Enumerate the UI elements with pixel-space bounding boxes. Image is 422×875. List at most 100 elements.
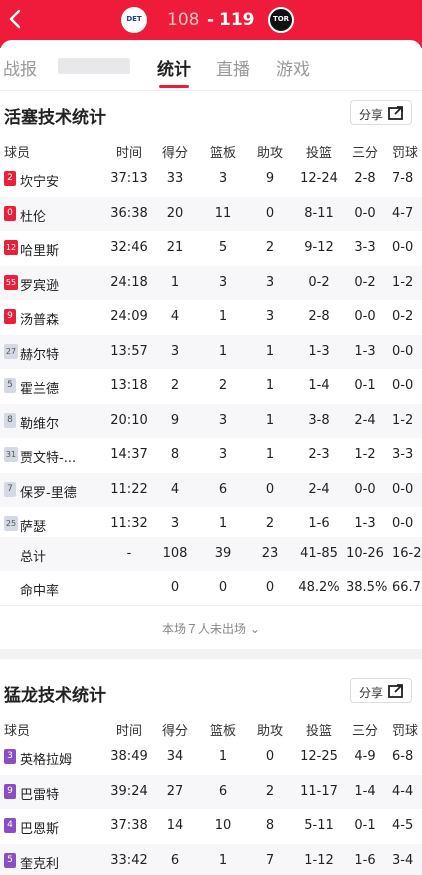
jersey-number-badge: 5 [4,378,16,393]
tab-live[interactable]: 直播 [216,55,250,80]
col-rebounds: 篮板 [209,724,236,739]
player-row[interactable]: 3 英格拉姆 38:49 34 1 0 12-25 4-9 6-8 [0,740,422,774]
stat-reb: 10 [214,818,232,833]
stat-fg: 3-8 [308,412,330,428]
col-assists: 助攻 [256,146,283,161]
jersey-number-badge: 27 [4,343,18,359]
col-player: 球员 [4,146,31,161]
tab-bar: 战报 统计 直播 游戏 [0,40,422,90]
stat-tp: 3-3 [354,240,376,255]
raptors-share-button[interactable]: 分享 [350,678,412,703]
stat-ast: 3 [265,309,275,324]
col-assists: 助攻 [256,724,283,739]
stat-min: 11:32 [110,516,148,531]
stat-fg: 11-17 [300,783,338,799]
stat-ast: 2 [265,516,275,531]
pistons-share-button[interactable]: 分享 [350,100,412,125]
player-row[interactable]: 7 保罗-里德 11:22 4 6 0 2-4 0-0 0-0 [0,472,422,507]
col-rebounds: 篮板 [209,146,236,161]
stat-min: 32:46 [110,240,148,255]
stat-reb: 1 [218,749,228,764]
stat-reb: 6 [218,481,228,497]
jersey-number-badge: 4 [4,818,16,833]
col-fg: 投篮 [305,724,332,739]
player-name: 保罗-里德 [20,485,77,501]
stat-tp: 2-4 [354,412,376,428]
share-icon [388,106,403,120]
player-row[interactable]: 8 勒维尔 20:10 9 3 1 3-8 2-4 1-2 [0,403,422,438]
player-row[interactable]: 4 巴恩斯 37:38 14 10 8 5-11 0-1 4-5 [0,809,422,843]
stat-min: 33:42 [110,852,148,868]
stat-ast: 2 [265,240,275,255]
player-row[interactable]: 25 萨瑟 11:32 3 1 2 1-6 1-3 0-0 [0,507,422,541]
col-points: 得分 [161,146,188,161]
player-row[interactable]: 9 汤普森 24:09 4 1 3 2-8 0-0 0-2 [0,300,422,334]
tab-report[interactable]: 战报 [3,55,37,80]
jersey-number-badge: 5 [4,852,16,868]
stat-reb: 6 [218,783,228,799]
stat-tp: 0-0 [354,481,376,497]
stat-ft: 4-7 [392,205,414,221]
stat-ft: 0-0 [392,481,414,497]
stat-pts: 27 [166,783,184,799]
jersey-number-badge: 12 [4,240,18,255]
stat-tp: 1-3 [354,343,376,359]
stat-fg: 1-3 [308,343,330,359]
stat-ft: 7-8 [392,171,414,186]
player-name: 罗宾逊 [20,278,60,294]
player-row[interactable]: 2 坎宁安 37:13 33 3 9 12-24 2-8 7-8 [0,162,422,196]
player-row[interactable]: 27 赫尔特 13:57 3 1 1 1-3 1-3 0-0 [0,334,422,369]
stat-min: 37:13 [110,171,148,186]
stat-tp: 0-2 [354,274,376,290]
player-name: 坎宁安 [20,175,60,190]
stat-ast: 0 [265,481,275,497]
stat-min: 20:10 [110,412,148,428]
stat-tp: 1-4 [354,783,376,799]
player-row[interactable]: 31 贾文特-... 14:37 8 3 1 2-3 1-2 3-3 [0,438,422,472]
player-row[interactable]: 5 奎克利 33:42 6 1 7 1-12 1-6 3-4 [0,843,422,875]
stat-tp: 1-3 [354,516,376,531]
col-ft: 罚球 [392,724,419,739]
player-name: 勒维尔 [20,416,60,432]
player-row[interactable]: 0 杜伦 36:38 20 11 0 8-11 0-0 4-7 [0,196,422,231]
stat-reb: 1 [218,343,228,359]
player-row[interactable]: 55 罗宾逊 24:18 1 3 3 0-2 0-2 1-2 [0,265,422,300]
jersey-number-badge: 25 [4,516,18,531]
dnp-toggle[interactable]: 本场７人未出场 ⌄ [0,620,422,637]
stat-ast: 3 [265,274,275,290]
stat-reb: 3 [218,171,228,186]
jersey-number-badge: 55 [4,274,18,290]
stat-min: 38:49 [110,749,148,764]
col-fg: 投篮 [305,146,332,161]
jersey-number-badge: 9 [4,309,16,324]
player-row[interactable]: 9 巴雷特 39:24 27 6 2 11-17 1-4 4-4 [0,774,422,809]
col-3pt: 三分 [351,724,378,739]
player-name: 霍兰德 [20,382,60,397]
chevron-left-icon[interactable] [4,5,28,33]
player-row[interactable]: 5 霍兰德 13:18 2 2 1 1-4 0-1 0-0 [0,369,422,403]
stat-pts: 20 [166,205,184,221]
stat-fg: 12-25 [300,749,338,764]
stat-fg: 2-3 [308,447,330,462]
stat-ast: 7 [265,852,275,868]
blurred-tab [58,58,130,74]
stat-reb: 5 [218,240,228,255]
stat-pts: 8 [170,447,180,462]
stat-ast: 8 [265,818,275,833]
away-score: 108 [167,10,200,30]
stat-fg: 8-11 [304,205,334,221]
tab-stats[interactable]: 统计 [157,55,191,80]
chevron-down-icon: ⌄ [249,622,260,636]
jersey-number-badge: 7 [4,481,16,497]
player-row[interactable]: 12 哈里斯 32:46 21 5 2 9-12 3-3 0-0 [0,231,422,265]
pistons-logo: DET [121,7,147,33]
stat-tp: 1-6 [354,852,376,868]
score-separator: - [207,10,215,30]
stat-ast: 0 [265,749,275,764]
stat-pts: 1 [170,274,180,290]
player-name: 赫尔特 [20,347,60,363]
stat-pts: 9 [170,412,180,428]
tab-games[interactable]: 游戏 [276,55,310,80]
stat-fg: 5-11 [304,818,334,833]
stat-min: 39:24 [110,783,148,799]
